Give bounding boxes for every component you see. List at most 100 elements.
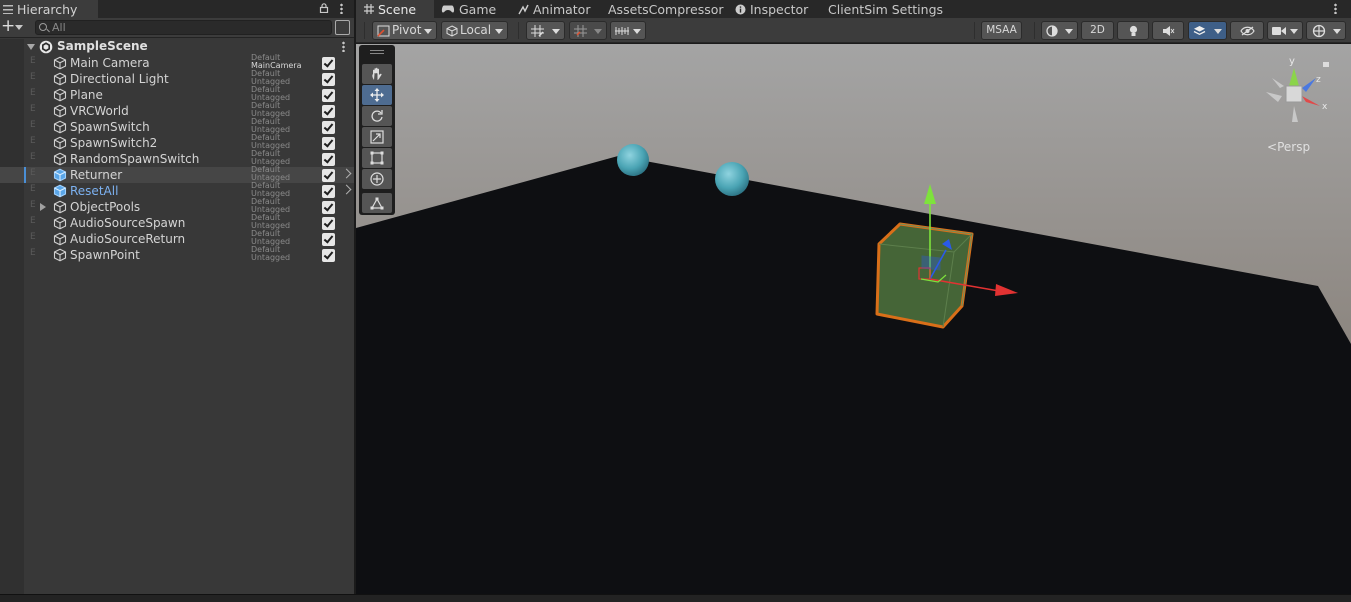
- collapse-arrow-icon[interactable]: [27, 44, 35, 50]
- msaa-button[interactable]: MSAA: [981, 21, 1022, 40]
- gameobject-cube-icon: [53, 56, 67, 70]
- active-checkbox[interactable]: [322, 89, 335, 102]
- hierarchy-item[interactable]: E AudioSourceReturn Default Untagged: [0, 230, 354, 247]
- active-checkbox[interactable]: [322, 233, 335, 246]
- visibility-toggle-icon[interactable]: E: [30, 136, 36, 146]
- visibility-toggle-icon[interactable]: E: [30, 72, 36, 82]
- toolbar-divider: [974, 22, 975, 39]
- 2d-toggle[interactable]: 2D: [1081, 21, 1114, 40]
- camera-icon: [1272, 27, 1286, 35]
- active-checkbox[interactable]: [322, 137, 335, 150]
- search-input[interactable]: [52, 21, 327, 34]
- grid-snapping-dropdown[interactable]: [526, 21, 565, 40]
- visibility-toggle-icon[interactable]: E: [30, 200, 36, 210]
- lock-icon[interactable]: [1323, 62, 1329, 67]
- hierarchy-item[interactable]: E ObjectPools Default Untagged: [0, 198, 354, 215]
- camera-dropdown[interactable]: [1267, 21, 1303, 40]
- tab-clientsim-settings[interactable]: ClientSim Settings: [828, 0, 943, 18]
- hierarchy-item[interactable]: E SpawnPoint Default Untagged: [0, 246, 354, 263]
- hand-tool[interactable]: [362, 64, 392, 84]
- gizmos-dropdown[interactable]: [1306, 21, 1346, 40]
- tab-assets-compressor[interactable]: AssetsCompressor: [608, 0, 724, 18]
- pivot-dropdown[interactable]: Pivot: [372, 21, 437, 40]
- hierarchy-menu-icon[interactable]: [340, 3, 343, 14]
- audio-toggle[interactable]: [1152, 21, 1184, 40]
- scene-root-row[interactable]: SampleScene: [0, 39, 354, 55]
- rect-tool[interactable]: [362, 148, 392, 168]
- 2d-label: 2D: [1090, 24, 1105, 36]
- hierarchy-item[interactable]: E SpawnSwitch Default Untagged: [0, 118, 354, 135]
- active-checkbox[interactable]: [322, 153, 335, 166]
- chevron-down-icon: [1065, 29, 1073, 34]
- ruler-dropdown[interactable]: [610, 21, 646, 40]
- sphere-object[interactable]: [715, 162, 749, 196]
- gizmo-z-label: z: [1316, 75, 1321, 85]
- hierarchy-item[interactable]: E Plane Default Untagged: [0, 86, 354, 103]
- chevron-down-icon: [552, 29, 560, 34]
- active-checkbox[interactable]: [322, 169, 335, 182]
- sphere-object[interactable]: [617, 144, 649, 176]
- lock-icon[interactable]: [319, 3, 329, 13]
- active-checkbox[interactable]: [322, 121, 335, 134]
- visibility-toggle-icon[interactable]: E: [30, 152, 36, 162]
- chevron-right-icon[interactable]: [341, 168, 352, 179]
- scale-tool[interactable]: [362, 127, 392, 147]
- shading-mode-dropdown[interactable]: [1041, 21, 1078, 40]
- effects-dropdown[interactable]: [1188, 21, 1227, 40]
- visibility-toggle-icon[interactable]: E: [30, 216, 36, 226]
- scene-menu-icon[interactable]: [342, 41, 345, 52]
- scene-panel-menu-icon[interactable]: [1334, 3, 1337, 14]
- scene-visibility-button[interactable]: [335, 20, 350, 35]
- visibility-toggle-icon[interactable]: E: [30, 88, 36, 98]
- lighting-toggle[interactable]: [1117, 21, 1149, 40]
- active-checkbox[interactable]: [322, 57, 335, 70]
- add-object-button[interactable]: +: [1, 18, 25, 36]
- scene-render[interactable]: [356, 44, 1351, 594]
- tab-inspector[interactable]: Inspector: [735, 0, 808, 18]
- tab-scene[interactable]: Scene: [356, 0, 434, 18]
- hierarchy-item-label: SpawnSwitch: [70, 120, 150, 134]
- ruler-icon: [615, 27, 629, 35]
- scene-viewport[interactable]: [356, 44, 1351, 594]
- chevron-right-icon[interactable]: [341, 184, 352, 195]
- visibility-toggle-icon[interactable]: E: [30, 104, 36, 114]
- move-tool[interactable]: [362, 85, 392, 105]
- custom-tool[interactable]: [362, 193, 392, 213]
- visibility-toggle-icon[interactable]: E: [30, 248, 36, 258]
- hierarchy-item[interactable]: E ResetAll Default Untagged: [0, 182, 354, 199]
- rotate-tool[interactable]: [362, 106, 392, 126]
- selected-cube[interactable]: [875, 222, 974, 329]
- hierarchy-item[interactable]: E AudioSourceSpawn Default Untagged: [0, 214, 354, 231]
- active-checkbox[interactable]: [322, 217, 335, 230]
- visibility-toggle-icon[interactable]: E: [30, 184, 36, 194]
- hierarchy-item[interactable]: E Main Camera Default MainCamera: [0, 54, 354, 71]
- local-dropdown[interactable]: Local: [441, 21, 508, 40]
- visibility-toggle-icon[interactable]: E: [30, 168, 36, 178]
- active-checkbox[interactable]: [322, 201, 335, 214]
- expand-arrow-icon[interactable]: [40, 203, 46, 211]
- toolbar-divider: [518, 22, 519, 39]
- visibility-toggle-icon[interactable]: E: [30, 232, 36, 242]
- transform-tool[interactable]: [362, 169, 392, 189]
- hierarchy-item[interactable]: E Returner Default Untagged: [0, 166, 354, 183]
- visibility-toggle-icon[interactable]: E: [30, 120, 36, 130]
- eye-hidden-icon: [1240, 26, 1255, 36]
- scene-visibility-toggle[interactable]: [1230, 21, 1264, 40]
- active-checkbox[interactable]: [322, 105, 335, 118]
- tab-game[interactable]: Game: [441, 0, 496, 18]
- visibility-toggle-icon[interactable]: E: [30, 56, 36, 66]
- projection-toggle[interactable]: <Persp: [1267, 140, 1310, 154]
- projection-label: Persp: [1277, 140, 1311, 154]
- tab-animator[interactable]: Animator: [518, 0, 590, 18]
- custom-tool-icon: [370, 197, 384, 210]
- active-checkbox[interactable]: [322, 185, 335, 198]
- active-checkbox[interactable]: [322, 249, 335, 262]
- drag-handle[interactable]: [370, 50, 384, 54]
- increment-snapping-dropdown[interactable]: [569, 21, 607, 40]
- orientation-gizmo[interactable]: y z x: [1262, 56, 1342, 126]
- hierarchy-item[interactable]: E SpawnSwitch2 Default Untagged: [0, 134, 354, 151]
- active-checkbox[interactable]: [322, 73, 335, 86]
- hierarchy-item[interactable]: E RandomSpawnSwitch Default Untagged: [0, 150, 354, 167]
- hierarchy-item[interactable]: E VRCWorld Default Untagged: [0, 102, 354, 119]
- hierarchy-item[interactable]: E Directional Light Default Untagged: [0, 70, 354, 87]
